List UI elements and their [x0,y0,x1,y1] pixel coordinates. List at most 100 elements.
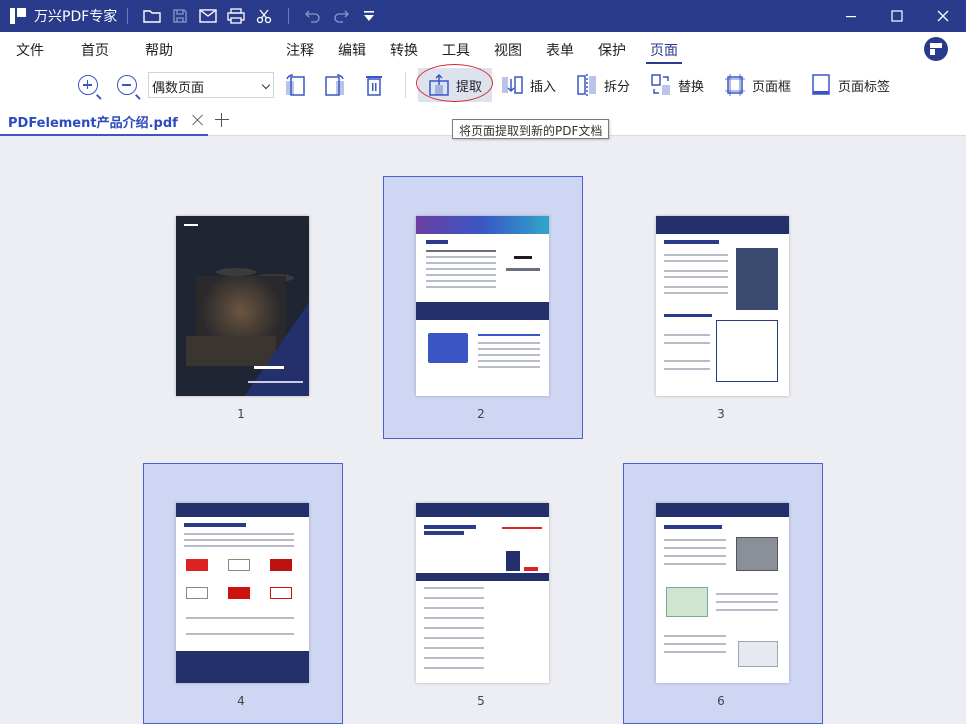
page-thumbnail-1[interactable] [176,216,309,396]
text-line [716,593,778,595]
insert-button[interactable]: 插入 [500,73,556,97]
text-line [478,342,540,344]
insert-icon [502,76,523,94]
menu-page[interactable]: 页面 [650,40,678,60]
menu-home[interactable]: 首页 [81,40,109,60]
menu-tools[interactable]: 工具 [442,40,470,60]
undo-icon[interactable] [299,4,327,28]
page-heading [664,240,719,244]
split-icon [577,74,596,96]
text-line [716,601,778,603]
text-line [716,609,778,611]
open-folder-icon[interactable] [138,4,166,28]
page-thumbnail-2[interactable] [416,216,549,396]
client-logo [228,559,250,571]
text-line [424,617,484,619]
page-header-band [656,503,789,517]
text-line [478,354,540,356]
page-thumbnail-4[interactable] [176,503,309,683]
zoom-out-icon[interactable] [117,75,141,100]
menu-convert[interactable]: 转换 [390,40,418,60]
menu-help[interactable]: 帮助 [145,40,173,60]
title-bar: 万兴PDF专家 [0,0,966,32]
page-number-6: 6 [717,694,725,708]
screenshot-image [738,641,778,667]
text-line [664,563,726,565]
text-line [424,637,484,639]
text-line [426,250,496,252]
document-tab[interactable]: PDFelement产品介绍.pdf [0,104,208,136]
text-line [664,635,726,637]
lamp-shape [216,268,256,276]
menu-protect[interactable]: 保护 [598,40,626,60]
text-line [424,587,484,589]
menu-view[interactable]: 视图 [494,40,522,60]
maximize-button[interactable] [874,0,920,32]
text-line [664,643,726,645]
new-tab-icon[interactable] [214,112,230,128]
page-thumbnail-6[interactable] [656,503,789,683]
rotate-right-button[interactable] [324,73,346,97]
split-label: 拆分 [604,79,631,95]
menu-comment[interactable]: 注释 [286,40,314,60]
text-line [664,360,710,362]
text-line [478,360,540,362]
page-box-label: 页面框 [752,79,792,95]
menu-form[interactable]: 表单 [546,40,574,60]
replace-button[interactable]: 替换 [650,73,704,97]
mail-icon[interactable] [194,4,222,28]
text-line [426,256,496,258]
title-separator-2 [288,8,290,24]
page-label-button[interactable]: 页面标签 [810,73,890,97]
scissors-icon[interactable] [250,4,278,28]
print-icon[interactable] [222,4,250,28]
page-box-button[interactable]: 页面框 [724,73,791,97]
text-line [664,651,726,653]
rotate-left-button[interactable] [284,73,306,97]
screenshot-image [736,537,778,571]
page-mode-value: 偶数页面 [152,81,205,96]
page-thumbnail-5[interactable] [416,503,549,683]
page-header-band [416,216,549,234]
text-line [426,268,496,270]
cover-subtitle [248,381,303,383]
close-button[interactable] [920,0,966,32]
text-line [664,368,710,370]
minimize-button[interactable] [828,0,874,32]
comparison-bar [506,551,520,571]
page-number-2: 2 [477,407,485,421]
delete-page-button[interactable] [364,73,384,97]
client-logo [186,559,208,571]
page-mode-select[interactable]: 偶数页面 [148,72,274,98]
awards-band [416,302,549,320]
text-line [184,539,294,541]
page-header-band [416,503,549,517]
zoom-in-icon[interactable] [78,75,102,100]
page-number-3: 3 [717,407,725,421]
text-line [502,527,542,529]
people-photo [736,248,778,310]
text-line [664,342,710,344]
text-line [664,539,726,541]
text-line [184,533,294,535]
window-controls [828,0,966,32]
page-header-band [176,503,309,517]
close-tab-icon[interactable] [192,114,204,126]
text-line [424,597,484,599]
redo-icon[interactable] [327,4,355,28]
menu-edit[interactable]: 编辑 [338,40,366,60]
feature-box [716,320,778,382]
page-number-4: 4 [237,694,245,708]
menu-file[interactable]: 文件 [16,40,44,60]
replace-icon [651,74,670,95]
save-icon[interactable] [166,4,194,28]
app-title: 万兴PDF专家 [34,9,118,25]
account-icon[interactable] [924,37,948,61]
quick-access-dropdown-icon[interactable] [355,4,383,28]
rotate-right-icon [325,74,344,96]
split-button[interactable]: 拆分 [576,73,630,97]
active-menu-indicator [646,62,682,64]
page-thumbnail-3[interactable] [656,216,789,396]
text-line [664,292,728,294]
text-line [506,268,540,271]
